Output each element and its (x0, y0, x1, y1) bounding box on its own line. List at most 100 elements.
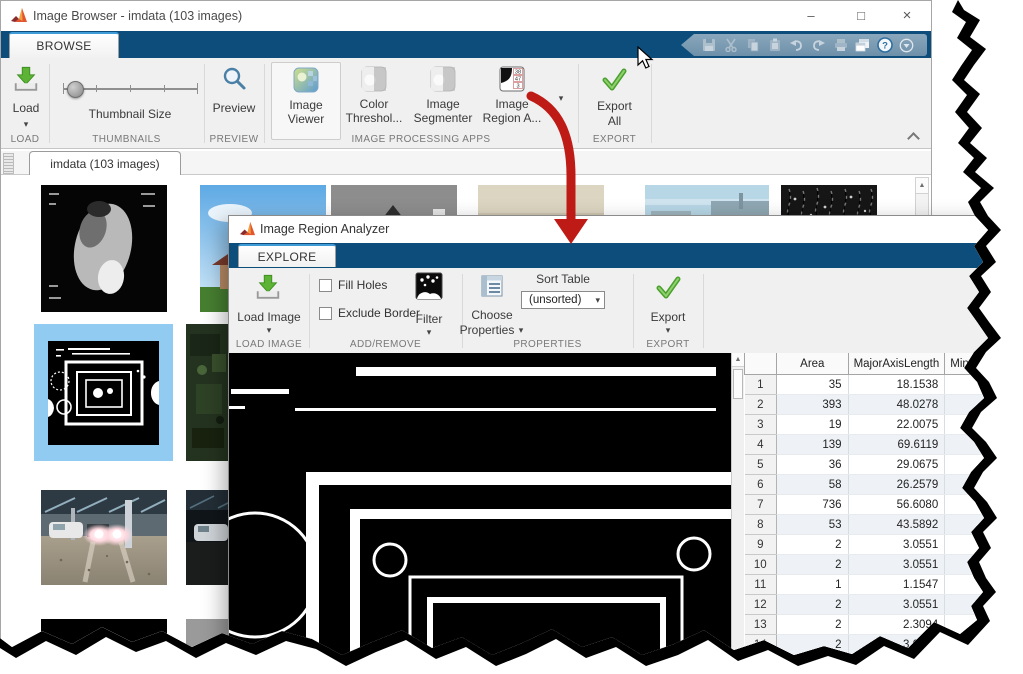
image-scrollbar[interactable]: ▲ (731, 353, 744, 655)
toolbar-menu-icon[interactable] (898, 37, 915, 54)
browser-tabband: BROWSE ? (1, 31, 931, 58)
cell-rownum: 10 (744, 554, 778, 575)
preview-button[interactable]: Preview (204, 101, 264, 115)
cell-area: 53 (776, 514, 849, 535)
app-image-viewer[interactable]: Image Viewer (271, 62, 341, 140)
table-row[interactable]: 12 2 3.0551 (744, 594, 988, 615)
cell-rownum: 5 (744, 454, 778, 475)
cell-major: 3.0551 (848, 594, 946, 615)
preview-icon (223, 67, 246, 90)
load-image-caret[interactable]: ▾ (229, 326, 309, 335)
tab-browse[interactable]: BROWSE (9, 32, 119, 58)
export-button[interactable]: Export (633, 310, 703, 324)
tab-explore[interactable]: EXPLORE (238, 244, 336, 267)
checkbox-icon[interactable] (319, 278, 332, 292)
load-caret-icon[interactable]: ▾ (1, 120, 51, 129)
table-row[interactable]: 10 2 3.0551 (744, 554, 988, 575)
binary-image-view[interactable] (229, 353, 731, 655)
region-table-body: 1 35 18.1538 2 393 48.0278 3 19 22.0075 4 139 69.61… (744, 374, 988, 655)
filter-caret[interactable]: ▾ (405, 328, 453, 337)
image-scroll-thumb[interactable] (733, 369, 743, 399)
undo-icon[interactable] (788, 37, 805, 54)
cell-major: 48.0278 (848, 394, 946, 415)
export-all-button[interactable]: Export (578, 99, 651, 113)
app-color-thresholder[interactable]: Color Threshol... (340, 62, 408, 138)
apps-gallery-caret[interactable]: ▾ (550, 94, 572, 103)
cell-rownum: 12 (744, 594, 778, 615)
table-row[interactable]: 11 1 1.1547 (744, 574, 988, 595)
doc-tab-imdata[interactable]: imdata (103 images) (29, 151, 181, 175)
cell-area: 2 (776, 534, 849, 555)
sort-caret-icon: ▾ (595, 295, 600, 305)
cell-major: 69.6119 (848, 434, 946, 455)
cut-icon[interactable] (722, 37, 739, 54)
scrollbar-up-icon[interactable]: ▲ (916, 178, 928, 194)
table-row[interactable]: 5 36 29.0675 (744, 454, 988, 475)
cell-area: 393 (776, 394, 849, 415)
table-row[interactable]: 8 53 43.5892 (744, 514, 988, 535)
close-button[interactable]: × (889, 1, 925, 31)
cell-area: 1 (776, 574, 849, 595)
cell-rownum: 13 (744, 614, 778, 635)
cell-area: 35 (776, 374, 849, 395)
copy-icon[interactable] (744, 37, 761, 54)
ribbon-collapse-icon[interactable] (907, 132, 920, 145)
browser-ribbon: Load ▾ LOAD Thumbnail Size THUMBNAILS Pr… (1, 58, 931, 149)
cell-rownum: 3 (744, 414, 778, 435)
image-scroll-up-icon[interactable]: ▲ (732, 353, 744, 367)
table-row[interactable]: 7 736 56.6080 (744, 494, 988, 515)
maximize-button[interactable]: □ (844, 1, 878, 31)
svg-text:?: ? (882, 41, 888, 52)
header-majoraxislength[interactable]: MajorAxisLength (847, 353, 946, 375)
slider-knob[interactable] (67, 81, 84, 98)
paste-icon[interactable] (766, 37, 783, 54)
redo-icon[interactable] (810, 37, 827, 54)
cell-rownum: 11 (744, 574, 778, 595)
choose-properties-caret[interactable]: ▾ (514, 326, 528, 335)
section-export: EXPORT (592, 134, 637, 145)
sort-table-dropdown[interactable]: (unsorted) ▾ (521, 291, 605, 309)
checkbox-icon[interactable] (319, 306, 332, 320)
thumbnail-garage-headlights[interactable] (41, 490, 167, 585)
filter-button[interactable]: Filter (405, 312, 453, 326)
table-row[interactable]: 6 58 26.2579 (744, 474, 988, 495)
cell-major: 43.5892 (848, 514, 946, 535)
table-header-row: Area MajorAxisLength Mino (743, 353, 988, 375)
cell-rownum: 1 (744, 374, 778, 395)
cell-rownum: 2 (744, 394, 778, 415)
analyzer-titlebar: Image Region Analyzer (229, 216, 988, 244)
load-button[interactable]: Load (1, 101, 51, 115)
table-row[interactable]: 1 35 18.1538 (744, 374, 988, 395)
tabbar-grip[interactable] (3, 153, 14, 174)
minimize-button[interactable]: – (794, 1, 828, 31)
app-image-segmenter[interactable]: Image Segmenter (409, 62, 477, 138)
table-row[interactable]: 9 2 3.0551 (744, 534, 988, 555)
windows-layout-icon[interactable] (854, 37, 871, 54)
thumbnail-mri[interactable] (41, 185, 167, 312)
app-image-region-analyzer[interactable]: 38 47 3 Image Region A... (478, 62, 546, 138)
analyzer-window-title: Image Region Analyzer (260, 222, 390, 236)
header-area[interactable]: Area (776, 353, 849, 375)
document-tab-bar: imdata (103 images) (1, 151, 931, 175)
sort-value: (unsorted) (529, 294, 582, 306)
cell-area: 58 (776, 474, 849, 495)
choose-properties-button[interactable]: Choose (457, 308, 527, 322)
save-icon[interactable] (700, 37, 717, 54)
cell-major: 18.1538 (848, 374, 946, 395)
section-properties: PROPERTIES (513, 339, 582, 350)
cell-area: 19 (776, 414, 849, 435)
print-icon[interactable] (832, 37, 849, 54)
cell-area: 2 (776, 554, 849, 575)
table-row[interactable]: 2 393 48.0278 (744, 394, 988, 415)
choose-properties-line2[interactable]: Properties (452, 323, 522, 337)
table-row[interactable]: 3 19 22.0075 (744, 414, 988, 435)
export-caret[interactable]: ▾ (633, 326, 703, 335)
analyzer-tabband: EXPLORE (229, 243, 988, 268)
load-image-button[interactable]: Load Image (229, 310, 309, 324)
thumbnail-selected-circuit[interactable] (34, 324, 173, 461)
help-icon[interactable]: ? (876, 37, 893, 54)
fill-holes-checkbox[interactable]: Fill Holes (319, 278, 387, 292)
table-row[interactable]: 4 139 69.6119 (744, 434, 988, 455)
matlab-logo-icon (11, 8, 27, 22)
browser-titlebar: Image Browser - imdata (103 images) – □ … (1, 1, 931, 31)
